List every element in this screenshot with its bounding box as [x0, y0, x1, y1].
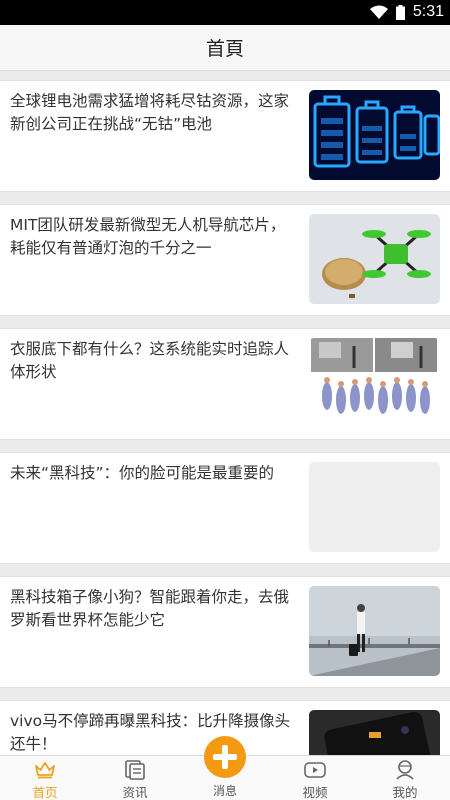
news-item[interactable]: 未来“黑科技”：你的脸可能是最重要的 [0, 452, 450, 564]
drone-image[interactable] [309, 214, 440, 304]
news-headline[interactable]: 全球锂电池需求猛增将耗尽钴资源，这家新创公司正在挑战“无钴”电池 [10, 90, 300, 136]
tab-home-label: 首页 [32, 785, 58, 800]
placeholder-image[interactable] [309, 462, 440, 552]
news-headline[interactable]: vivo马不停蹄再曝黑科技：比升降摄像头还牛！ [10, 710, 300, 755]
battery-icon [395, 4, 405, 20]
page-title: 首頁 [205, 38, 244, 60]
tab-messages-label: 消息 [212, 784, 237, 798]
news-headline[interactable]: 黑科技箱子像小狗？智能跟着你走，去俄罗斯看世界杯怎能少它 [10, 586, 300, 632]
tab-messages[interactable] [204, 736, 246, 778]
news-icon [125, 760, 145, 780]
status-bar: 5:31 [0, 0, 450, 25]
news-headline[interactable]: 衣服底下都有什么？这系统能实时追踪人体形状 [10, 338, 300, 384]
clock: 5:31 [412, 3, 444, 20]
crown-icon [35, 762, 55, 779]
wifi-icon [369, 5, 388, 19]
news-item[interactable]: 全球锂电池需求猛增将耗尽钴资源，这家新创公司正在挑战“无钴”电池 [0, 80, 450, 192]
body-tracking-image[interactable] [309, 338, 440, 428]
user-icon [396, 760, 414, 780]
news-item[interactable]: 黑科技箱子像小狗？智能跟着你走，去俄罗斯看世界杯怎能少它 [0, 576, 450, 688]
plus-icon [213, 745, 237, 769]
news-headline[interactable]: MIT团队研发最新微型无人机导航芯片，耗能仅有普通灯泡的千分之一 [10, 214, 300, 260]
app-header: 首頁 [0, 25, 450, 71]
news-feed[interactable]: 全球锂电池需求猛增将耗尽钴资源，这家新创公司正在挑战“无钴”电池 MIT团队研发… [0, 80, 450, 755]
battery-image[interactable] [309, 90, 440, 180]
tab-mine[interactable]: 我的 [360, 756, 450, 800]
tab-video-label: 视频 [302, 785, 328, 800]
tab-video[interactable]: 视频 [270, 756, 360, 800]
tab-news[interactable]: 资讯 [90, 756, 180, 800]
tab-news-label: 资讯 [122, 785, 148, 800]
luggage-image[interactable] [309, 586, 440, 676]
news-item[interactable]: MIT团队研发最新微型无人机导航芯片，耗能仅有普通灯泡的千分之一 [0, 204, 450, 316]
video-icon [304, 762, 326, 778]
phone-image[interactable] [309, 710, 440, 755]
tab-home[interactable]: 首页 [0, 756, 90, 800]
news-headline[interactable]: 未来“黑科技”：你的脸可能是最重要的 [10, 462, 300, 485]
tab-mine-label: 我的 [392, 785, 418, 800]
news-item[interactable]: 衣服底下都有什么？这系统能实时追踪人体形状 [0, 328, 450, 440]
